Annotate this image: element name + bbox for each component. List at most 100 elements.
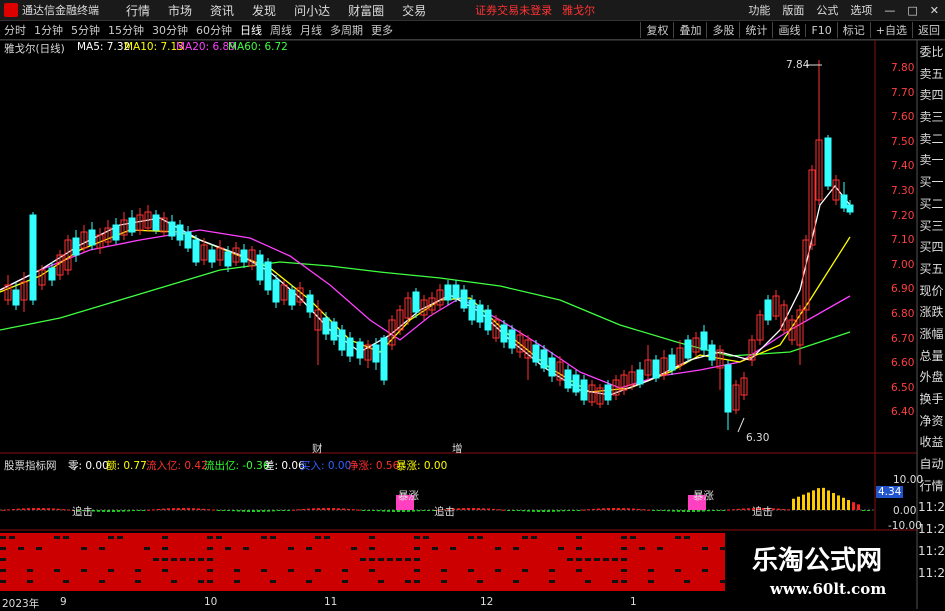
back-button[interactable]: 返回 [912,22,945,38]
signal-strip-cell [594,558,600,561]
ma20-label: MA20: 6.89 [176,41,236,53]
candle-body [88,229,96,246]
menu-trade[interactable]: 交易 [393,2,435,19]
side-panel-item[interactable]: 卖三 [918,107,945,129]
indicator-bar [737,508,740,510]
candlestick-chart[interactable] [0,0,945,609]
side-panel-item[interactable]: 买二 [918,194,945,216]
multi-stock-button[interactable]: 多股 [706,22,739,38]
side-panel-item[interactable]: 11:29 [918,519,945,541]
side-panel-item[interactable]: 涨跌 [918,302,945,324]
add-watchlist-button[interactable]: +自选 [869,22,912,38]
signal-strip-cell [270,580,276,583]
side-panel-item[interactable]: 买四 [918,237,945,259]
side-panel-item[interactable]: 卖四 [918,85,945,107]
signal-strip-cell [99,580,105,583]
candle-body [500,324,508,343]
side-panel-item[interactable]: 卖一 [918,150,945,172]
period-30min[interactable]: 30分钟 [148,22,192,38]
signal-strip-cell [369,536,375,539]
signal-strip-cell [243,547,249,550]
signal-strip-cell [216,536,222,539]
login-notice[interactable]: 证券交易未登录 [475,2,552,18]
indicator-bar [822,487,825,510]
candle-body [272,279,280,303]
period-5min[interactable]: 5分钟 [67,22,104,38]
candle-body [240,249,248,263]
event-financial[interactable]: 财 [312,441,323,456]
side-panel-item[interactable]: 自动 [918,454,945,476]
menu-discover[interactable]: 发现 [243,2,285,19]
period-daily[interactable]: 日线 [236,22,266,38]
period-multi[interactable]: 多周期 [326,22,367,38]
overlay-button[interactable]: 叠加 [673,22,706,38]
side-panel-item[interactable]: 换手 [918,389,945,411]
side-panel-item[interactable]: 收益 [918,432,945,454]
candle-body [346,337,354,357]
indicator-bar [292,509,295,511]
side-panel-item[interactable]: 总量 [918,346,945,368]
indicator-bar [342,508,345,510]
period-15min[interactable]: 15分钟 [104,22,148,38]
period-1min[interactable]: 1分钟 [30,22,67,38]
side-panel-item[interactable]: 买五 [918,259,945,281]
f10-button[interactable]: F10 [805,23,836,37]
signal-strip-cell [378,580,384,583]
indicator-bar [537,510,540,512]
period-timeshare[interactable]: 分时 [0,22,30,38]
price-axis-tick: 7.50 [891,135,915,148]
indicator-bar [312,508,315,510]
side-panel-item[interactable]: 卖五 [918,64,945,86]
side-panel-item[interactable]: 外盘 [918,367,945,389]
indicator-outflow: 流出亿: -0.36 [204,460,270,472]
menu-wealth[interactable]: 财富圈 [339,2,393,19]
candle-body [620,374,628,391]
side-panel-item[interactable]: 11:29 [918,541,945,563]
side-panel-item[interactable]: 委比 [918,42,945,64]
menu-quotes[interactable]: 行情 [117,2,159,19]
side-panel-item[interactable]: 现价 [918,281,945,303]
side-panel-item[interactable]: 卖二 [918,129,945,151]
minimize-button[interactable]: — [878,4,901,17]
period-more[interactable]: 更多 [367,22,397,38]
draw-line-button[interactable]: 画线 [772,22,805,38]
side-panel-item[interactable]: 买三 [918,216,945,238]
menu-layout[interactable]: 版面 [776,2,810,18]
candle-body [184,231,192,249]
indicator-bar [467,508,470,510]
side-panel-item[interactable]: 净资 [918,411,945,433]
menu-formula[interactable]: 公式 [810,2,844,18]
statistics-button[interactable]: 统计 [739,22,772,38]
side-panel-item[interactable]: 11:29 [918,563,945,585]
signal-strip-cell [585,580,591,583]
side-panel-item[interactable]: 买一 [918,172,945,194]
indicator-bar [792,498,795,510]
indicator-name[interactable]: 股票指标网 [4,458,57,473]
close-button[interactable]: ✕ [924,4,945,17]
signal-strip-cell [468,569,474,572]
signal-strip-cell [189,558,195,561]
indicator-bar [67,509,70,511]
adjust-button[interactable]: 复权 [640,22,673,38]
indicator-bar [387,510,390,512]
indicator-bar [527,510,530,512]
signal-strip-cell [558,547,564,550]
period-weekly[interactable]: 周线 [266,22,296,38]
mark-button[interactable]: 标记 [836,22,870,38]
period-60min[interactable]: 60分钟 [192,22,236,38]
indicator-bar [187,508,190,510]
event-increase[interactable]: 增 [452,441,463,456]
menu-function[interactable]: 功能 [742,2,776,18]
menu-news[interactable]: 资讯 [201,2,243,19]
maximize-button[interactable]: □ [901,4,923,17]
side-panel-item[interactable]: 11:29 [918,497,945,519]
indicator-bar [32,508,35,510]
menu-options[interactable]: 选项 [844,2,878,18]
menu-ask[interactable]: 问小达 [285,2,339,19]
side-panel-item[interactable]: 行情 [918,476,945,498]
menu-market[interactable]: 市场 [159,2,201,19]
side-panel-item[interactable]: 涨幅 [918,324,945,346]
price-axis-tick: 7.30 [891,185,915,197]
period-monthly[interactable]: 月线 [296,22,326,38]
candle-body [232,247,240,263]
